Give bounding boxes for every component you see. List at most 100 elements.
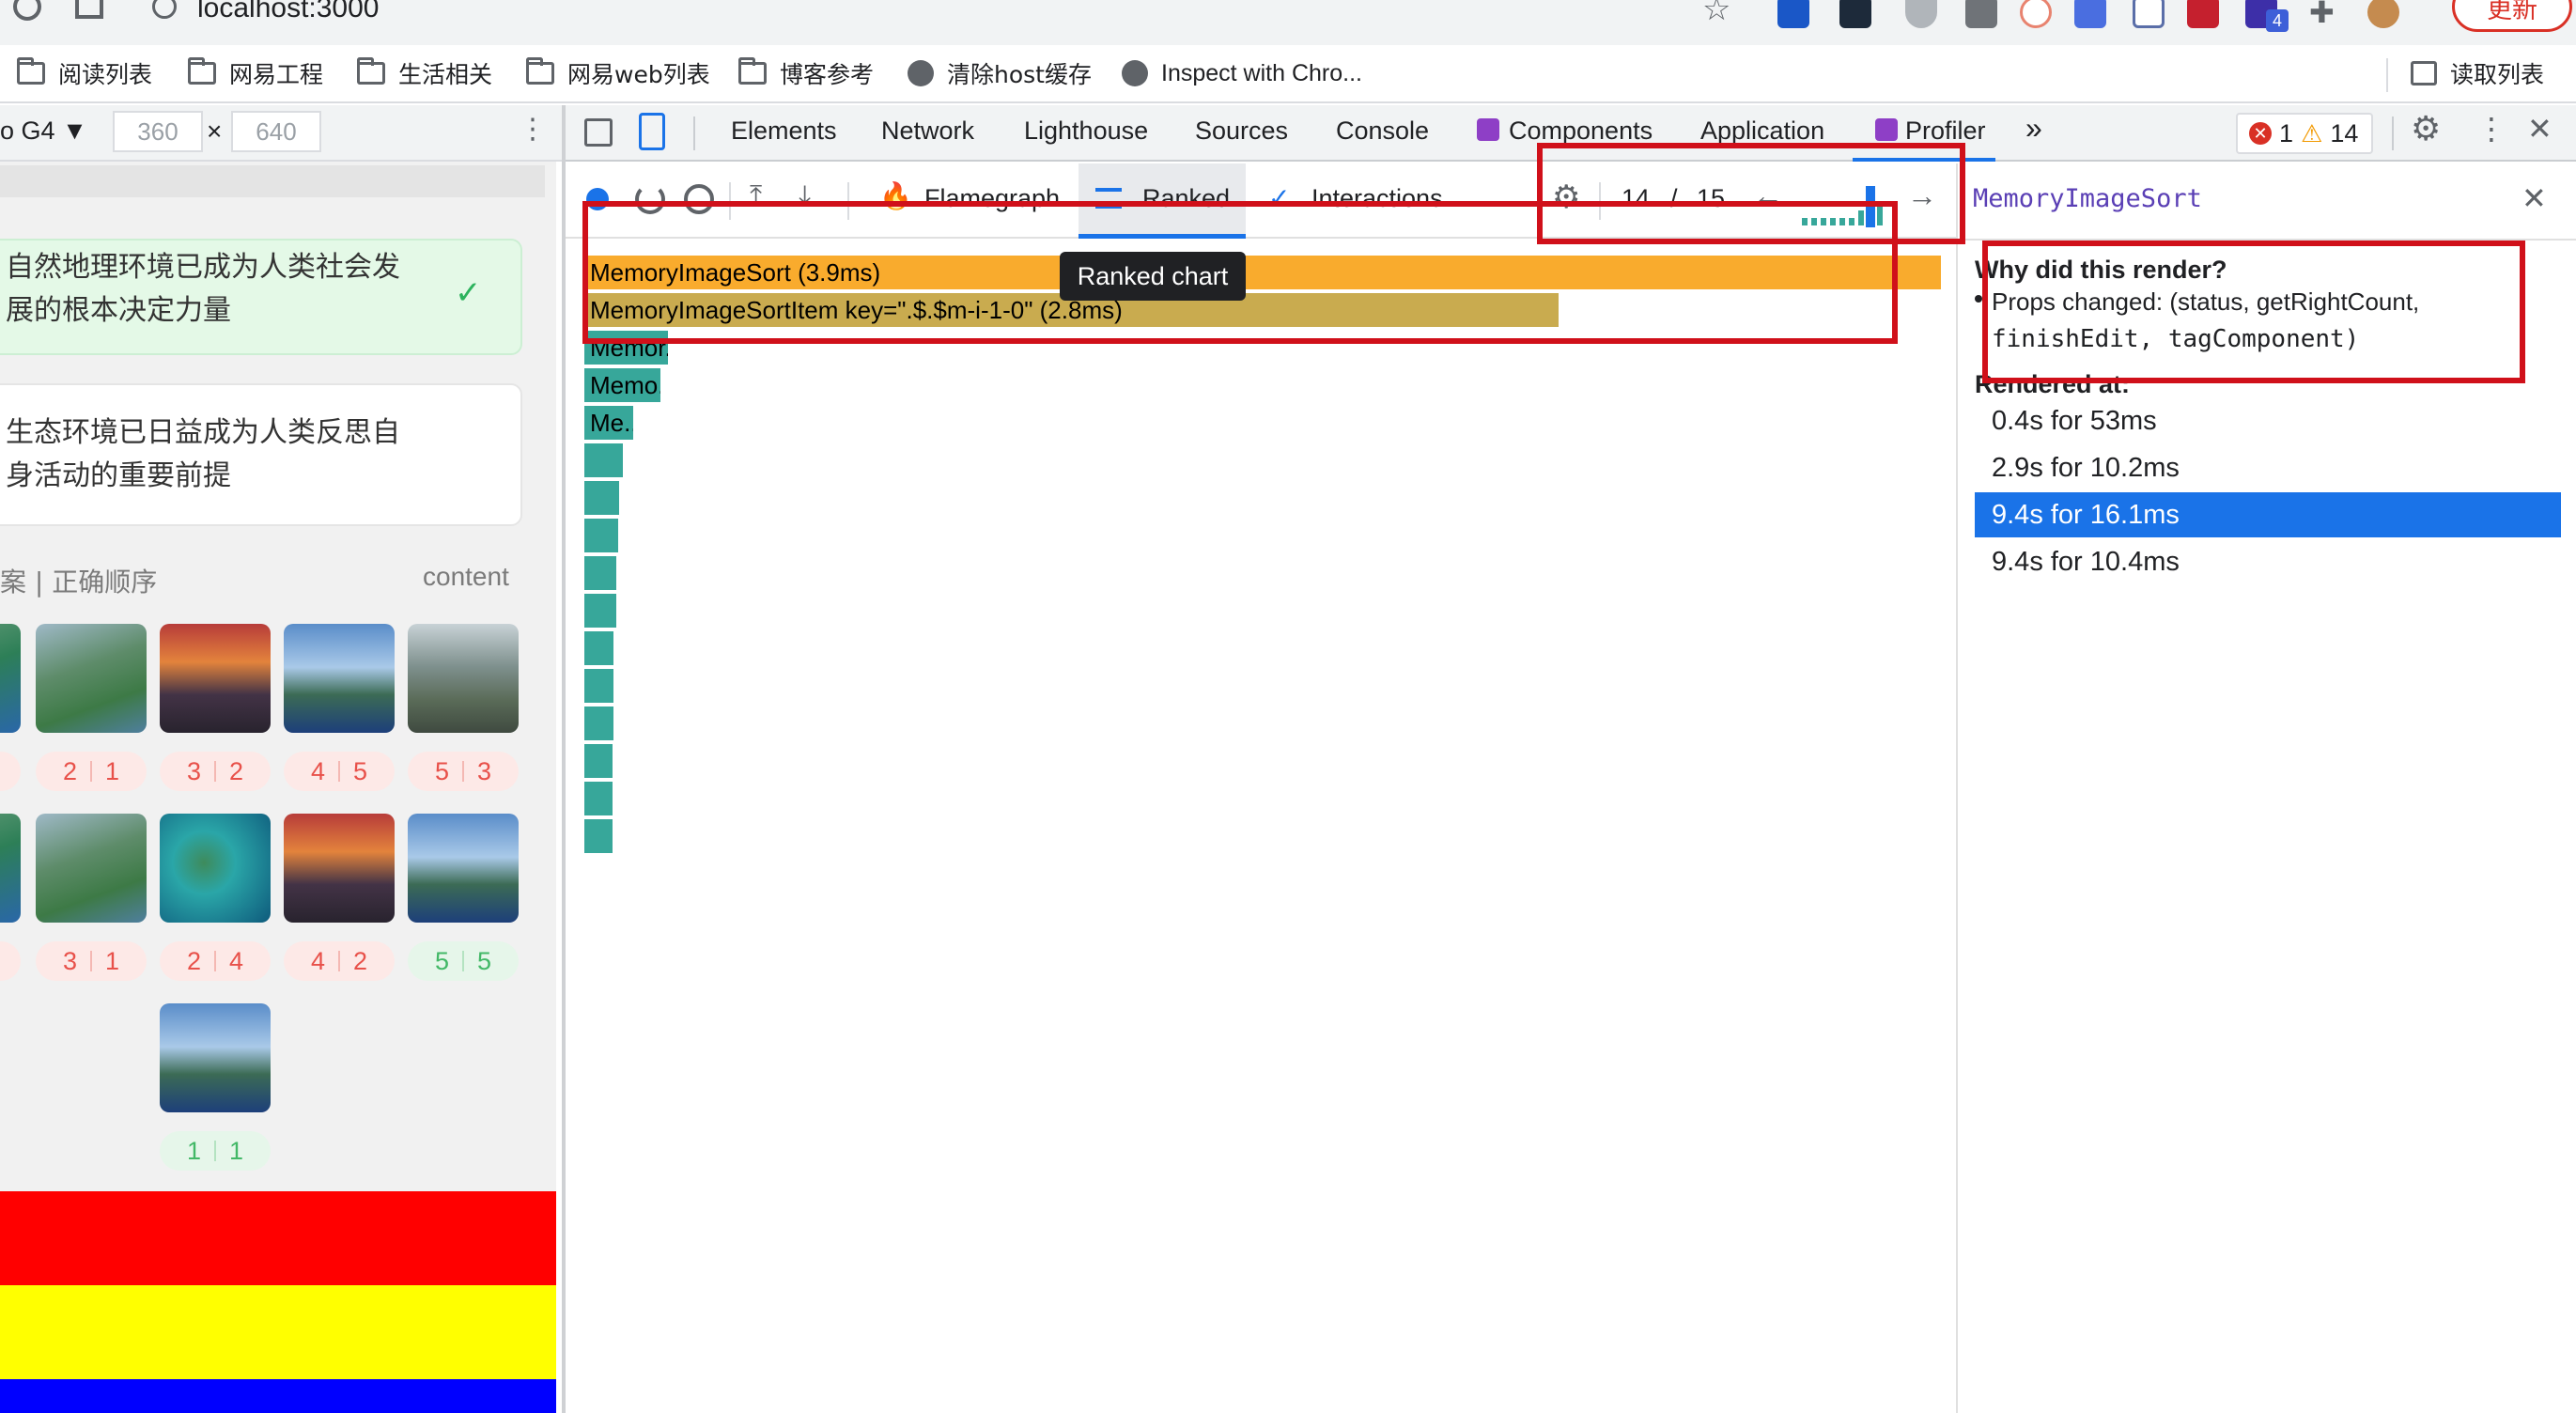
image-thumb[interactable]: [408, 814, 519, 923]
option-other-line1: 生态环境已日益成为人类反思自: [6, 416, 400, 449]
order-pill: 42: [284, 941, 395, 981]
image-thumb[interactable]: [160, 814, 271, 923]
image-thumb[interactable]: [284, 624, 395, 733]
image-thumb[interactable]: [36, 814, 147, 923]
r-extension-icon[interactable]: [1839, 0, 1871, 28]
ranked-bar[interactable]: [584, 519, 618, 552]
image-thumb[interactable]: [284, 814, 395, 923]
reading-list-button[interactable]: 读取列表: [2411, 56, 2544, 90]
ranked-bar[interactable]: [584, 782, 613, 815]
tab-console[interactable]: Console: [1336, 116, 1429, 146]
option-correct[interactable]: 自然地理环境已成为人类社会发 展的根本决定力量 ✓: [0, 239, 522, 355]
avatar[interactable]: [2367, 0, 2399, 28]
more-tabs-icon[interactable]: »: [2025, 111, 2042, 146]
close-panel-icon[interactable]: ✕: [2522, 180, 2547, 216]
bitcoin-extension-icon[interactable]: [2020, 0, 2052, 28]
bookmark-netease-eng[interactable]: 网易工程: [188, 56, 323, 90]
tab-extension-icon[interactable]: [1965, 0, 1997, 28]
render-entry-selected[interactable]: 9.4s for 16.1ms: [1975, 492, 2561, 537]
device-select[interactable]: o G4 ▼: [0, 116, 87, 146]
device-more-icon[interactable]: ⋮: [519, 113, 547, 146]
tab-elements[interactable]: Elements: [731, 116, 837, 146]
qr-extension-icon[interactable]: [1777, 0, 1809, 28]
url-text[interactable]: localhost:3000: [197, 0, 379, 24]
ranked-bar[interactable]: [584, 744, 613, 778]
ranked-bar[interactable]: Me...: [584, 406, 633, 440]
order-pill: 31: [36, 941, 147, 981]
bookmark-life[interactable]: 生活相关: [357, 56, 492, 90]
order-pill: 53: [408, 752, 519, 791]
ranked-bar[interactable]: [584, 706, 613, 740]
device-toggle-icon[interactable]: [639, 113, 665, 150]
device-width-input[interactable]: 360: [113, 111, 203, 152]
bookmark-clear-host[interactable]: 清除host缓存: [908, 56, 1092, 90]
folder-icon: [17, 57, 45, 85]
render-entry[interactable]: 9.4s for 10.4ms: [1975, 539, 2561, 584]
inspect-element-icon[interactable]: [584, 118, 613, 147]
bookmark-star-icon[interactable]: ☆: [1702, 0, 1730, 28]
puzzle-icon[interactable]: ✚: [2309, 0, 2335, 30]
image-thumb[interactable]: [160, 624, 271, 733]
option-other-line2: 身活动的重要前提: [6, 459, 231, 492]
tab-components[interactable]: Components: [1509, 116, 1653, 146]
image-thumb[interactable]: [0, 624, 21, 733]
ranked-bar[interactable]: [584, 631, 613, 665]
globe-icon: [908, 60, 934, 86]
settings-gear-icon[interactable]: ⚙: [2411, 109, 2441, 148]
color-band-yellow: [0, 1285, 556, 1379]
vue-extension-icon[interactable]: [1905, 0, 1937, 28]
bookmark-reading[interactable]: 阅读列表: [17, 56, 152, 90]
folder-icon: [188, 57, 216, 85]
bookmark-netease-web[interactable]: 网易web列表: [526, 56, 710, 90]
reading-list-icon: [2411, 61, 2437, 85]
ranked-bar[interactable]: [584, 594, 616, 628]
image-thumb[interactable]: [36, 624, 147, 733]
list-extension-icon[interactable]: [2133, 0, 2165, 28]
folder-icon: [526, 57, 554, 85]
option-other[interactable]: 生态环境已日益成为人类反思自 身活动的重要前提: [0, 383, 522, 526]
tab-network[interactable]: Network: [881, 116, 974, 146]
bookmark-blog[interactable]: 博客参考: [738, 56, 874, 90]
extension-badge: 4: [2266, 9, 2289, 32]
order-pill: 45: [284, 752, 395, 791]
annotation-box-ranked-bars: [582, 201, 1898, 344]
devtools-menu-icon[interactable]: ⋮: [2476, 111, 2506, 147]
tab-lighthouse[interactable]: Lighthouse: [1024, 116, 1148, 146]
bookmark-inspect[interactable]: Inspect with Chro...: [1122, 56, 1362, 90]
ranked-bar[interactable]: [584, 481, 619, 515]
error-icon: ✕: [2249, 122, 2272, 145]
bug-extension-icon[interactable]: [2187, 0, 2219, 28]
globe-icon: [1122, 60, 1148, 86]
jh-extension-icon[interactable]: [2074, 0, 2106, 28]
folder-icon: [738, 57, 767, 85]
react-icon: [1477, 118, 1499, 141]
bullet: [1975, 295, 1982, 303]
tab-application[interactable]: Application: [1700, 116, 1824, 146]
ranked-bar[interactable]: [584, 819, 613, 853]
render-entry[interactable]: 0.4s for 53ms: [1975, 398, 2561, 443]
image-thumb[interactable]: [408, 624, 519, 733]
selected-component-name: MemoryImageSort: [1973, 184, 2202, 213]
bookmarks-divider: [2386, 58, 2388, 92]
ranked-bar[interactable]: [584, 556, 616, 590]
issues-counter[interactable]: ✕ 1 ⚠ 14: [2236, 113, 2373, 154]
order-pill: 21: [36, 752, 147, 791]
tab-sources[interactable]: Sources: [1195, 116, 1288, 146]
ranked-bar[interactable]: [584, 443, 623, 477]
update-button[interactable]: 更新: [2452, 0, 2572, 32]
ranked-bar[interactable]: Memo...: [584, 368, 660, 402]
device-height-input[interactable]: 640: [231, 111, 321, 152]
home-icon[interactable]: [75, 0, 103, 19]
dropdown-caret-icon: ▼: [62, 116, 87, 145]
close-devtools-icon[interactable]: ✕: [2527, 111, 2553, 147]
image-thumb[interactable]: [0, 814, 21, 923]
answer-label: 案 | 正确顺序: [0, 567, 158, 598]
check-icon: ✓: [455, 275, 482, 311]
ranked-bar[interactable]: [584, 669, 613, 703]
tabbar-divider: [2392, 116, 2394, 150]
render-entry[interactable]: 2.9s for 10.2ms: [1975, 445, 2561, 490]
image-thumb[interactable]: [160, 1003, 271, 1112]
order-pill: 11: [160, 1131, 271, 1171]
tab-profiler[interactable]: Profiler: [1905, 116, 1986, 146]
page-viewport: 自然地理环境已成为人类社会发 展的根本决定力量 ✓ 生态环境已日益成为人类反思自…: [0, 162, 556, 1413]
